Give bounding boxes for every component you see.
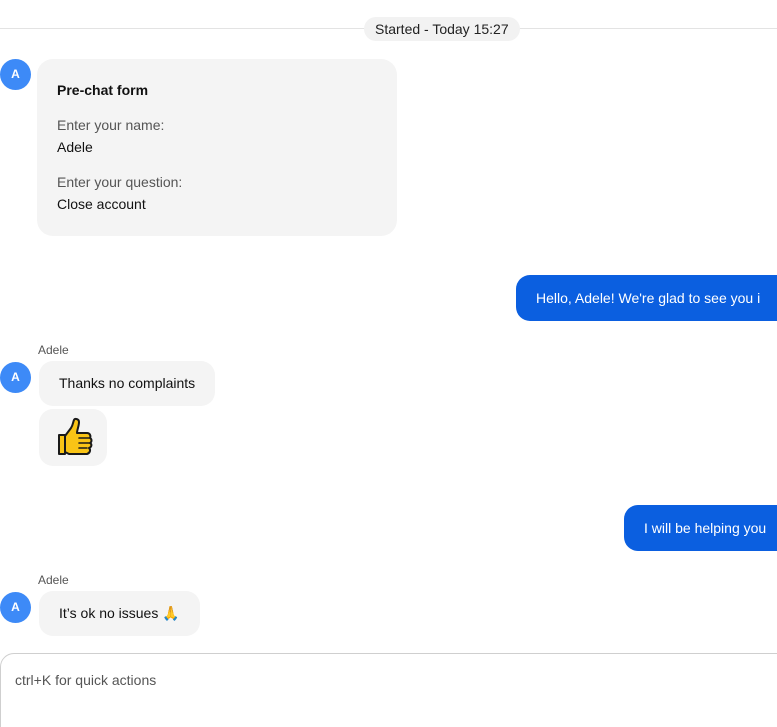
prechat-form-title: Pre-chat form xyxy=(57,82,149,98)
avatar: A xyxy=(0,592,31,623)
form-field-label: Enter your name: xyxy=(57,117,165,133)
chat-transcript: Started - Today 15:27 A Pre-chat form En… xyxy=(0,0,777,727)
thumbs-up-icon xyxy=(58,417,93,455)
sender-name: Adele xyxy=(38,573,69,587)
outgoing-message: I will be helping you xyxy=(624,505,777,551)
message-composer[interactable] xyxy=(0,653,777,727)
outgoing-message: Hello, Adele! We're glad to see you i xyxy=(516,275,777,321)
form-field-label: Enter your question: xyxy=(57,174,183,190)
form-field-value: Close account xyxy=(57,196,146,212)
prechat-form-card: Pre-chat form Enter your name: Adele Ent… xyxy=(37,59,397,236)
sender-name: Adele xyxy=(38,343,69,357)
session-start-badge: Started - Today 15:27 xyxy=(364,17,520,41)
composer-input[interactable] xyxy=(15,672,715,688)
emoji-message xyxy=(39,409,107,466)
avatar: A xyxy=(0,59,31,90)
incoming-message: Thanks no complaints xyxy=(39,361,216,406)
incoming-message: It’s ok no issues 🙏 xyxy=(39,591,200,636)
avatar: A xyxy=(0,362,31,393)
form-field-value: Adele xyxy=(57,139,93,155)
